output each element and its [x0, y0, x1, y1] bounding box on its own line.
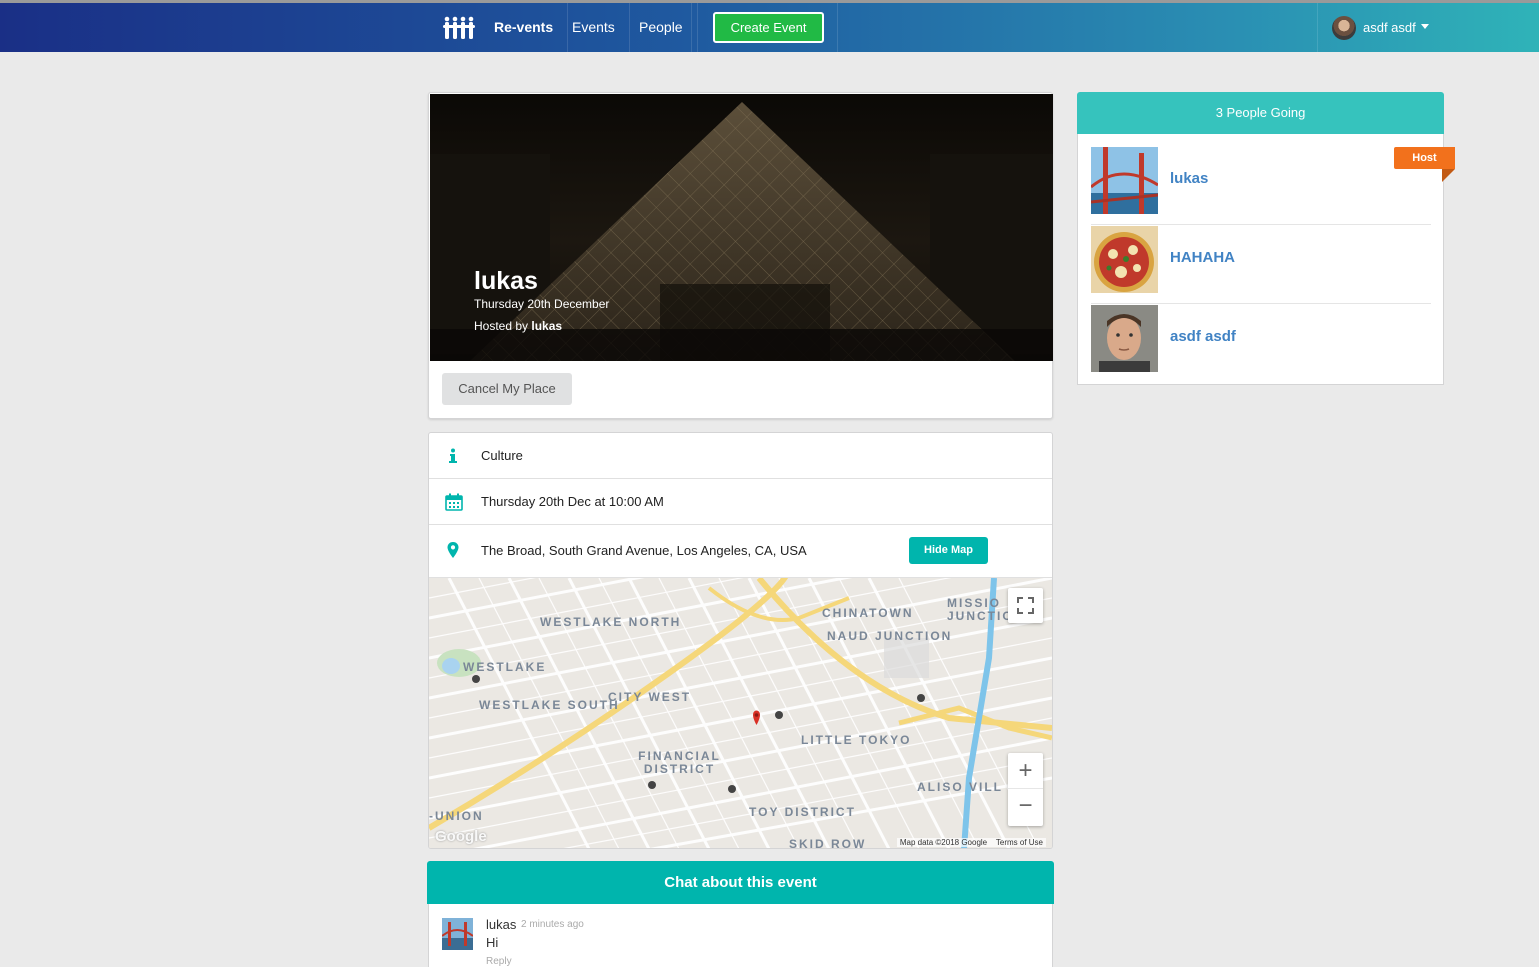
map-label-chinatown: CHINATOWN [822, 606, 914, 620]
create-event-button[interactable]: Create Event [713, 12, 824, 43]
event-venue: The Broad, South Grand Avenue, Los Angel… [481, 543, 807, 558]
map-label-financial-district: FINANCIAL DISTRICT [638, 749, 721, 776]
location-row: The Broad, South Grand Avenue, Los Angel… [429, 525, 1052, 578]
chat-author[interactable]: lukas [486, 917, 516, 932]
attendee-name[interactable]: asdf asdf [1170, 328, 1236, 345]
attendee-item[interactable]: asdf asdf [1091, 304, 1431, 383]
chevron-down-icon[interactable] [1421, 24, 1429, 29]
map-label-westlake-north: WESTLAKE NORTH [540, 615, 682, 629]
user-avatar[interactable] [1332, 16, 1356, 40]
map-marker-icon [447, 542, 459, 558]
attendee-name[interactable]: lukas [1170, 170, 1208, 187]
chat-timestamp: 2 minutes ago [521, 919, 584, 930]
map-label-westlake: WESTLAKE [463, 660, 547, 674]
chat-avatar[interactable] [442, 918, 473, 950]
user-menu[interactable]: asdf asdf [1317, 3, 1539, 52]
map-zoom-controls: + − [1008, 753, 1043, 826]
category-row: Culture [429, 433, 1052, 479]
map-label-union: -UNION [429, 809, 484, 823]
map-zoom-out-button[interactable]: − [1008, 789, 1043, 825]
event-header-card: lukas Thursday 20th December Hosted by l… [428, 92, 1053, 419]
attendee-photo[interactable] [1091, 305, 1158, 372]
event-title: lukas [474, 267, 538, 295]
map-attribution: Map data ©2018 Google Terms of Use [896, 838, 1046, 847]
hosted-by-prefix: Hosted by [474, 319, 529, 333]
event-hosted-by: Hosted by lukas [474, 319, 609, 333]
event-host-name[interactable]: lukas [531, 319, 562, 333]
info-icon [449, 448, 457, 463]
create-event-wrapper: Create Event [691, 3, 838, 52]
host-badge: Host [1394, 147, 1455, 169]
map-zoom-in-button[interactable]: + [1008, 753, 1043, 789]
event-map[interactable]: WESTLAKE NORTH WESTLAKE WESTLAKE SOUTH C… [429, 578, 1052, 849]
people-going-header: 3 People Going [1077, 92, 1444, 134]
event-category: Culture [481, 448, 523, 463]
people-logo-icon[interactable] [443, 16, 475, 40]
attendee-item[interactable]: lukas [1091, 146, 1431, 225]
google-logo: Google [435, 828, 487, 845]
map-label-little-tokyo: LITTLE TOKYO [801, 733, 912, 747]
attendee-photo[interactable] [1091, 226, 1158, 293]
top-navbar: Re-vents Events People Create Event asdf… [0, 3, 1539, 52]
nav-brand-link[interactable]: Re-vents [480, 3, 569, 52]
attendee-name[interactable]: HAHAHA [1170, 249, 1235, 266]
chat-reply-link[interactable]: Reply [486, 956, 512, 967]
user-name[interactable]: asdf asdf [1363, 3, 1416, 52]
chat-message: Hi [486, 935, 499, 950]
map-label-westlake-south: WESTLAKE SOUTH [479, 698, 620, 712]
map-terms-link[interactable]: Terms of Use [996, 838, 1043, 847]
event-cover-image: lukas Thursday 20th December Hosted by l… [430, 94, 1053, 361]
map-label-mission-junction: MISSIO JUNCTIO [947, 597, 1014, 623]
map-label-skid-row: SKID ROW [789, 837, 867, 849]
fullscreen-icon [1017, 597, 1034, 614]
map-label-city-west: CITY WEST [608, 690, 692, 704]
chat-panel: lukas 2 minutes ago Hi Reply [428, 904, 1053, 967]
event-details-card: Culture Thursday 20th Dec at 10:00 AM Th… [428, 432, 1053, 849]
cancel-my-place-button[interactable]: Cancel My Place [442, 373, 572, 405]
hide-map-button[interactable]: Hide Map [909, 537, 988, 564]
map-label-naud-junction: NAUD JUNCTION [827, 629, 953, 643]
chat-header: Chat about this event [427, 861, 1054, 904]
calendar-icon [445, 493, 463, 511]
nav-people-link[interactable]: People [625, 3, 698, 52]
event-datetime: Thursday 20th Dec at 10:00 AM [481, 494, 664, 509]
attendee-item[interactable]: HAHAHA [1091, 225, 1431, 304]
map-data-credit: Map data ©2018 Google [899, 838, 988, 847]
date-row: Thursday 20th Dec at 10:00 AM [429, 479, 1052, 525]
host-badge-fold [1442, 169, 1455, 182]
attendee-list: lukas HAHAHA asdf asdf [1077, 134, 1444, 385]
map-fullscreen-button[interactable] [1008, 588, 1043, 623]
event-date: Thursday 20th December [474, 297, 610, 311]
map-label-toy-district: TOY DISTRICT [749, 805, 856, 819]
attendee-photo[interactable] [1091, 147, 1158, 214]
map-label-aliso-village: ALISO VILL [917, 780, 1003, 794]
nav-events-link[interactable]: Events [558, 3, 630, 52]
